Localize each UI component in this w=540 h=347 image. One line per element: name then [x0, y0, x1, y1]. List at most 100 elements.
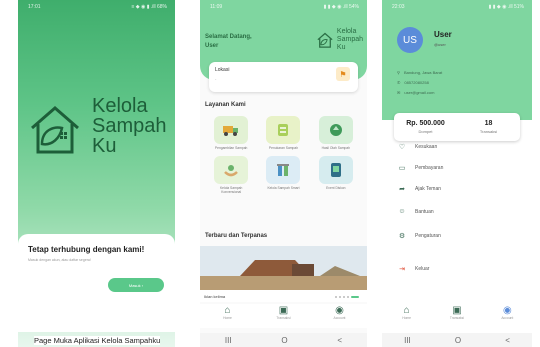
news-caption-text: Iklan kelima: [204, 294, 226, 299]
recycle-icon: [318, 116, 353, 144]
nav-label: Home: [223, 316, 232, 320]
back-button[interactable]: <: [505, 336, 510, 345]
nav-home[interactable]: ⌂ Home: [401, 304, 413, 321]
welcome-subtitle: Masuk dengan akun, atau daftar segera!: [28, 258, 91, 262]
home-icon: ⌂: [224, 304, 231, 316]
exchange-icon: [266, 116, 301, 144]
user-name: User: [434, 30, 452, 39]
logo-line: Kelola: [92, 95, 148, 117]
discount-icon: [318, 156, 353, 184]
recents-button[interactable]: III: [404, 336, 411, 345]
services-title: Layanan Kami: [205, 102, 246, 108]
nav-label: Account: [333, 316, 346, 320]
menu-bantuan[interactable]: ☺ Bantuan: [397, 208, 434, 215]
home-button[interactable]: O: [281, 336, 287, 345]
stat-value: 18: [484, 120, 493, 127]
settings-icon: ⚙: [398, 233, 406, 240]
status-icons: ▮ ▮ ◆ ◉ .ill 51%: [488, 4, 524, 10]
logout-icon: ⇥: [399, 266, 405, 273]
banner-image: [200, 246, 367, 290]
receipt-icon: ▣: [278, 304, 289, 316]
stat-label: Transaksi: [479, 129, 498, 134]
header-logo: Kelola Sampah Ku: [316, 28, 363, 52]
service-item[interactable]: Penukaran Sampah: [257, 116, 309, 150]
nav-account[interactable]: ◉ Account: [333, 304, 346, 321]
logo-line: Kelola: [336, 28, 357, 35]
status-bar: 22:03 ▮ ▮ ◆ ◉ .ill 51%: [392, 4, 524, 10]
map-pin-icon[interactable]: ⚑: [336, 67, 350, 81]
nav-transaksi[interactable]: ▣ Transaksi: [450, 304, 464, 321]
heart-icon: ♡: [398, 144, 406, 151]
menu-label: Keluar: [415, 266, 430, 272]
service-label: Event Diskon: [326, 186, 346, 190]
nav-label: Home: [402, 316, 412, 320]
info-email: ✉ user@gmail.com: [397, 90, 434, 95]
menu-pengaturan[interactable]: ⚙ Pengaturan: [397, 232, 441, 240]
service-item[interactable]: Event Diskon: [310, 156, 362, 194]
carousel-dots[interactable]: [335, 296, 359, 298]
status-bar: 11:09 ▮ ▮ ◆ ◉ .ill 54%: [210, 4, 359, 10]
profile-header: [382, 0, 532, 120]
stat-dompet[interactable]: Rp. 500.000 Dompet: [394, 113, 457, 141]
system-nav: III O <: [382, 333, 532, 347]
hands-icon: [214, 156, 249, 184]
location-card[interactable]: Lokasi - ⚑: [209, 62, 358, 92]
system-nav: III O <: [200, 333, 367, 347]
menu-label: Bantuan: [415, 208, 434, 215]
logo-text: Kelola Sampah Ku: [92, 96, 167, 156]
recents-button[interactable]: III: [225, 336, 232, 345]
stats-card: Rp. 500.000 Dompet 18 Transaksi: [394, 113, 520, 141]
nav-transaksi[interactable]: ▣ Transaksi: [276, 304, 290, 321]
bottom-nav: ⌂ Home ▣ Transaksi ◉ Account: [200, 304, 367, 328]
menu-pembayaran[interactable]: ▭ Pembayaran: [397, 164, 444, 172]
status-time: 17:01: [28, 4, 41, 10]
news-title: Terbaru dan Terpanas: [205, 233, 268, 239]
home-button[interactable]: O: [455, 336, 461, 345]
status-time: 11:09: [210, 4, 223, 10]
avatar[interactable]: US: [397, 27, 423, 53]
receipt-icon: ▣: [452, 304, 462, 316]
menu-label: Ajak Teman: [415, 186, 442, 192]
user-handle: @user: [434, 42, 446, 47]
menu-kesukaan[interactable]: ♡ Kesukaan: [397, 143, 437, 151]
menu-label: Pengaturan: [415, 233, 441, 239]
app-logo: Kelola Sampah Ku: [26, 96, 175, 186]
service-item[interactable]: Kelola Sampah Konvensional: [205, 156, 257, 194]
home-icon: ⌂: [403, 304, 410, 316]
masuk-button[interactable]: Masuk ›: [108, 278, 164, 292]
home-screen: 11:09 ▮ ▮ ◆ ◉ .ill 54% Selamat Datang, U…: [200, 0, 367, 347]
logo-line: Sampah: [92, 115, 167, 137]
splash-screen: 17:01 ≡ ◆ ◉ ▮ .ill 68% Kelola Sampah Ku …: [18, 0, 175, 347]
info-text: 08572080258: [404, 80, 429, 85]
menu-keluar[interactable]: ⇥ Keluar: [397, 265, 429, 273]
service-label: Penukaran Sampah: [268, 146, 299, 150]
status-icons: ▮ ▮ ◆ ◉ .ill 54%: [323, 4, 359, 10]
mail-icon: ✉: [397, 90, 401, 95]
location-label: Lokasi: [215, 67, 230, 73]
info-phone: ✆ 08572080258: [397, 80, 429, 85]
service-item[interactable]: Kelola Sampah Smart: [257, 156, 309, 194]
status-icons: ≡ ◆ ◉ ▮ .ill 68%: [131, 4, 167, 10]
greeting-line: Selamat Datang,: [205, 34, 252, 40]
nav-label: Account: [501, 316, 514, 320]
services-grid: Pengambilan Sampah Penukaran Sampah Hasi…: [205, 116, 362, 194]
menu-ajak-teman[interactable]: ➦ Ajak Teman: [397, 185, 441, 193]
account-icon: ◉: [502, 304, 512, 316]
help-icon: ☺: [398, 208, 406, 215]
location-icon: ⚲: [397, 70, 400, 75]
card-icon: ▭: [398, 165, 406, 172]
back-button[interactable]: <: [337, 336, 342, 345]
greeting-user: User: [205, 43, 219, 49]
logo-line: Ku: [92, 135, 117, 157]
nav-account[interactable]: ◉ Account: [501, 304, 514, 321]
account-icon: ◉: [335, 304, 344, 316]
nav-home[interactable]: ⌂ Home: [221, 304, 233, 321]
house-leaf-icon: [31, 106, 79, 154]
news-banner[interactable]: Iklan kelima: [200, 246, 367, 302]
location-value: -: [215, 76, 217, 81]
service-item[interactable]: Pengambilan Sampah: [205, 116, 257, 150]
stat-transaksi[interactable]: 18 Transaksi: [457, 113, 520, 141]
service-item[interactable]: Hasil Olah Sampah: [310, 116, 362, 150]
status-bar: 17:01 ≡ ◆ ◉ ▮ .ill 68%: [28, 4, 167, 10]
welcome-title: Tetap terhubung dengan kami!: [28, 245, 145, 254]
